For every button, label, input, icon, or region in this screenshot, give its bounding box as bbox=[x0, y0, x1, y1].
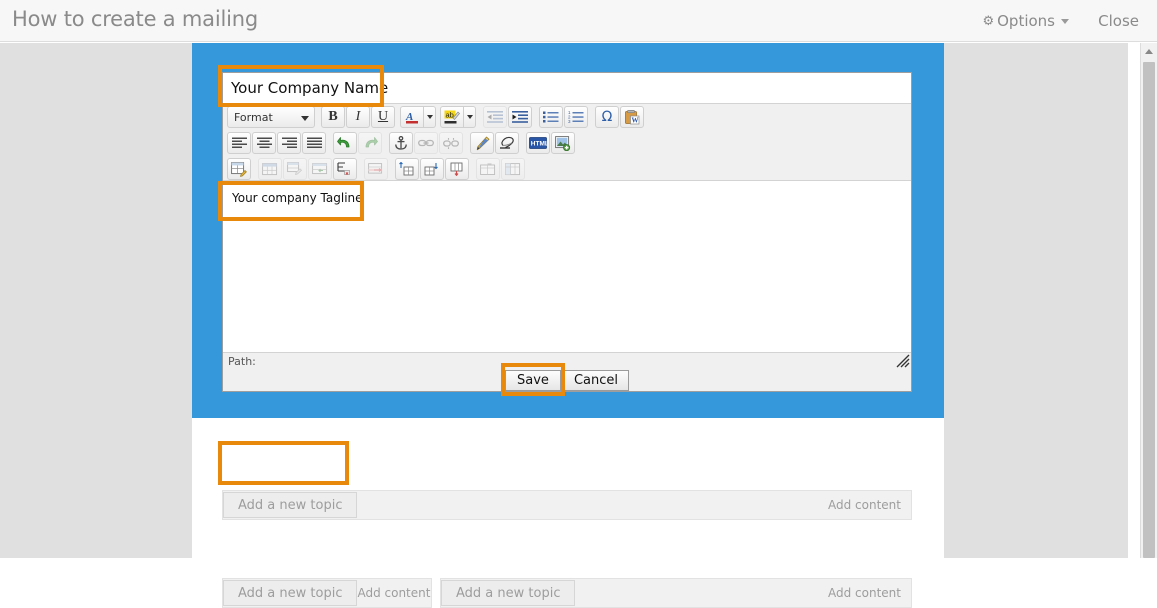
insert-col-before-button[interactable] bbox=[476, 158, 500, 180]
right-gutter bbox=[944, 43, 1128, 558]
insert-link-button[interactable] bbox=[414, 132, 438, 154]
path-label: Path: bbox=[228, 355, 256, 368]
scroll-up-arrow-icon[interactable] bbox=[1141, 43, 1157, 60]
align-center-button[interactable] bbox=[252, 132, 276, 154]
window-header: How to create a mailing ⚙ Options Close bbox=[0, 0, 1157, 42]
save-button[interactable]: Save bbox=[505, 370, 561, 391]
toolbar-row-2: HTML bbox=[223, 130, 911, 156]
topic-strip: Add a new topic Add content bbox=[222, 490, 912, 520]
align-right-button[interactable] bbox=[277, 132, 301, 154]
page-body: Format B I U bbox=[0, 43, 1128, 558]
vertical-scrollbar[interactable] bbox=[1140, 43, 1157, 558]
format-select[interactable]: Format bbox=[227, 106, 315, 128]
outdent-button[interactable] bbox=[483, 106, 507, 128]
svg-text:3: 3 bbox=[568, 119, 571, 124]
svg-text:HTML: HTML bbox=[531, 141, 547, 148]
delete-row-button[interactable] bbox=[364, 158, 388, 180]
gear-icon: ⚙ bbox=[982, 14, 994, 29]
bold-button[interactable]: B bbox=[321, 106, 345, 128]
unlink-button[interactable] bbox=[439, 132, 463, 154]
format-painter-button[interactable] bbox=[470, 132, 494, 154]
editor-toolbar: Format B I U bbox=[223, 103, 911, 181]
topic-strip: Add a new topic Add content bbox=[222, 578, 432, 608]
scrollbar-thumb[interactable] bbox=[1143, 62, 1155, 558]
indent-button[interactable] bbox=[508, 106, 532, 128]
insert-row-after-button[interactable] bbox=[420, 158, 444, 180]
highlight-color-dropdown[interactable] bbox=[464, 106, 476, 128]
insert-image-button[interactable] bbox=[551, 132, 575, 154]
cancel-button[interactable]: Cancel bbox=[563, 370, 629, 391]
text-color-button[interactable]: A bbox=[400, 106, 424, 128]
editor-content-area[interactable]: Your company Tagline bbox=[223, 182, 911, 352]
split-cells-button[interactable] bbox=[333, 158, 357, 180]
add-content-link[interactable]: Add content bbox=[357, 586, 430, 600]
editor-button-bar: Save Cancel bbox=[223, 370, 911, 391]
insert-row-before-button[interactable] bbox=[395, 158, 419, 180]
edit-html-button[interactable]: HTML bbox=[526, 132, 550, 154]
add-new-topic-button[interactable]: Add a new topic bbox=[441, 580, 575, 606]
rich-text-editor: Format B I U bbox=[222, 72, 912, 392]
highlight-color-button[interactable]: ab bbox=[440, 106, 464, 128]
resize-handle[interactable] bbox=[896, 354, 910, 368]
chevron-down-icon bbox=[1061, 19, 1069, 24]
editor-status-bar: Path: bbox=[223, 352, 911, 370]
paste-from-word-button[interactable]: W bbox=[620, 106, 644, 128]
toolbar-row-3 bbox=[223, 156, 911, 182]
options-label: Options bbox=[997, 12, 1055, 30]
align-left-button[interactable] bbox=[227, 132, 251, 154]
undo-button[interactable] bbox=[333, 132, 357, 154]
svg-text:W: W bbox=[632, 116, 639, 124]
align-justify-button[interactable] bbox=[302, 132, 326, 154]
chevron-down-icon bbox=[301, 116, 309, 121]
add-new-topic-button[interactable]: Add a new topic bbox=[223, 580, 357, 606]
close-button[interactable]: Close bbox=[1080, 0, 1157, 42]
merge-cells-button[interactable] bbox=[308, 158, 332, 180]
insert-table-button[interactable] bbox=[258, 158, 282, 180]
table-cell-props-button[interactable] bbox=[283, 158, 307, 180]
remove-format-button[interactable] bbox=[495, 132, 519, 154]
anchor-button[interactable] bbox=[389, 132, 413, 154]
text-color-dropdown[interactable] bbox=[424, 106, 436, 128]
toolbar-row-1: Format B I U bbox=[223, 104, 911, 130]
table-properties-button[interactable] bbox=[227, 158, 251, 180]
bullet-list-button[interactable] bbox=[539, 106, 563, 128]
page-title: How to create a mailing bbox=[12, 7, 258, 31]
options-menu-button[interactable]: ⚙ Options bbox=[972, 0, 1079, 42]
title-input[interactable] bbox=[223, 73, 911, 102]
special-character-button[interactable]: Ω bbox=[595, 106, 619, 128]
redo-button[interactable] bbox=[358, 132, 382, 154]
add-content-link[interactable]: Add content bbox=[828, 498, 901, 512]
topic-strip: Add a new topic Add content bbox=[440, 578, 912, 608]
insert-col-after-button[interactable] bbox=[501, 158, 525, 180]
topics-area: Add a new topic Add content Add a new to… bbox=[192, 418, 944, 558]
underline-button[interactable]: U bbox=[371, 106, 395, 128]
add-new-topic-button[interactable]: Add a new topic bbox=[223, 492, 357, 518]
editor-panel: Format B I U bbox=[192, 43, 944, 418]
delete-column-button[interactable] bbox=[445, 158, 469, 180]
svg-text:ab: ab bbox=[446, 111, 454, 120]
close-label: Close bbox=[1098, 12, 1139, 30]
numbered-list-button[interactable]: 1 2 3 bbox=[564, 106, 588, 128]
italic-button[interactable]: I bbox=[346, 106, 370, 128]
format-select-label: Format bbox=[234, 111, 273, 124]
left-gutter bbox=[0, 43, 192, 558]
add-content-link[interactable]: Add content bbox=[828, 586, 901, 600]
editor-content-text: Your company Tagline bbox=[232, 191, 363, 205]
